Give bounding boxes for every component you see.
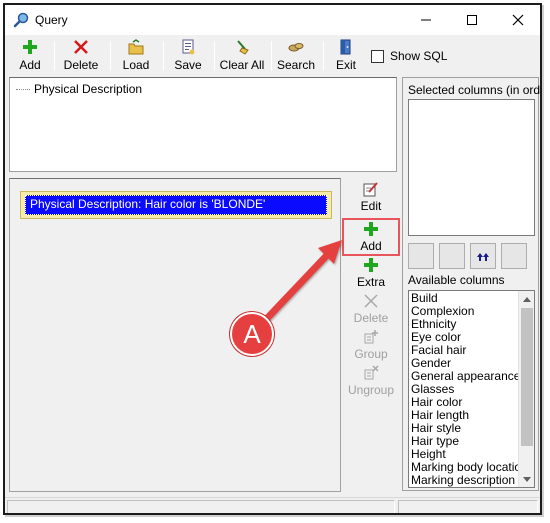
list-item[interactable]: Marking description [411, 474, 519, 487]
available-columns-scrollbar[interactable] [518, 291, 534, 487]
toolbar-search-button[interactable]: Search [275, 39, 317, 73]
edit-icon [363, 182, 378, 197]
available-columns-list[interactable]: Build Complexion Ethnicity Eye color Fac… [408, 290, 535, 488]
edit-criteria-button[interactable]: Edit [343, 181, 399, 215]
toolbar-exit-button[interactable]: Exit [331, 39, 361, 73]
column-move-button-2[interactable] [439, 243, 465, 269]
save-icon [182, 39, 195, 55]
toolbar: Add Delete Load Save Clear All Search Ex… [5, 35, 540, 75]
extra-criteria-button[interactable]: Extra [343, 257, 399, 291]
load-icon [128, 39, 144, 55]
chevron-up-icon [523, 296, 531, 302]
group-criteria-label: Group [354, 347, 388, 361]
close-icon [512, 14, 524, 26]
toolbar-separator [214, 41, 215, 71]
toolbar-add-label: Add [19, 58, 41, 72]
close-button[interactable] [495, 5, 540, 35]
available-columns-items: Build Complexion Ethnicity Eye color Fac… [411, 292, 528, 487]
group-criteria-button[interactable]: Group [343, 329, 399, 363]
toolbar-clear-all-label: Clear All [219, 58, 265, 72]
tree-connector [16, 88, 30, 90]
toolbar-separator [271, 41, 272, 71]
scrollbar-thumb[interactable] [521, 308, 533, 446]
column-move-button-4[interactable] [501, 243, 527, 269]
edit-criteria-label: Edit [360, 199, 382, 213]
delete-icon [74, 40, 88, 54]
selected-columns-label: Selected columns (in order) [408, 83, 542, 97]
toolbar-add-button[interactable]: Add [13, 39, 47, 73]
criteria-tree[interactable]: Physical Description [9, 77, 397, 172]
ungroup-icon [364, 365, 379, 380]
criteria-item-text: Physical Description: Hair color is 'BLO… [25, 195, 327, 215]
status-cell [398, 500, 538, 513]
status-cell [7, 500, 395, 513]
columns-panel: Selected columns (in order) Available co… [402, 77, 542, 491]
delete-icon [364, 294, 378, 308]
criteria-panel: Physical Description: Hair color is 'BLO… [9, 178, 341, 492]
toolbar-delete-label: Delete [63, 58, 99, 72]
search-icon [288, 43, 304, 52]
scroll-up-button[interactable] [519, 291, 534, 307]
maximize-button[interactable] [449, 5, 495, 35]
toolbar-separator [110, 41, 111, 71]
toolbar-load-label: Load [122, 58, 150, 72]
show-sql-checkbox[interactable] [371, 49, 384, 63]
callout-badge: A [230, 312, 274, 356]
delete-criteria-button[interactable]: Delete [343, 293, 399, 327]
minimize-button[interactable] [403, 5, 449, 35]
toolbar-separator [54, 41, 55, 71]
extra-criteria-label: Extra [356, 275, 385, 289]
window-title: Query [35, 13, 68, 27]
show-sql-toggle[interactable]: Show SQL [371, 49, 447, 63]
toolbar-save-label: Save [174, 58, 202, 72]
toolbar-separator [323, 41, 324, 71]
move-top-icon [477, 253, 489, 261]
tree-node-physical-description[interactable]: Physical Description [16, 82, 142, 96]
add-button-highlight [342, 218, 400, 256]
toolbar-exit-label: Exit [335, 58, 356, 72]
chevron-down-icon [523, 476, 531, 482]
magnifier-icon [13, 12, 29, 28]
toolbar-load-button[interactable]: Load [119, 39, 153, 73]
query-window: Query Add Delete Load Save Clear All Sea… [3, 3, 542, 515]
scroll-down-button[interactable] [519, 471, 534, 487]
exit-icon [340, 39, 351, 55]
status-bar [5, 497, 540, 513]
clear-all-icon [237, 40, 249, 55]
add-extra-icon [364, 258, 378, 272]
toolbar-clear-all-button[interactable]: Clear All [220, 39, 264, 73]
toolbar-delete-button[interactable]: Delete [61, 39, 101, 73]
delete-criteria-label: Delete [353, 311, 389, 325]
minimize-icon [421, 19, 431, 21]
selected-columns-list[interactable] [408, 99, 535, 236]
toolbar-save-button[interactable]: Save [171, 39, 205, 73]
available-columns-label: Available columns [408, 273, 505, 287]
title-bar: Query [5, 5, 540, 35]
column-move-button-1[interactable] [408, 243, 434, 269]
maximize-icon [467, 15, 477, 25]
ungroup-criteria-label: Ungroup [347, 383, 395, 397]
toolbar-separator [163, 41, 164, 71]
ungroup-criteria-button[interactable]: Ungroup [343, 365, 399, 399]
tree-node-label: Physical Description [34, 82, 143, 96]
move-to-top-button[interactable] [470, 243, 496, 269]
show-sql-label: Show SQL [390, 49, 448, 63]
group-icon [364, 330, 378, 344]
toolbar-search-label: Search [276, 58, 316, 72]
criteria-item[interactable]: Physical Description: Hair color is 'BLO… [20, 191, 332, 219]
add-icon [23, 40, 37, 54]
